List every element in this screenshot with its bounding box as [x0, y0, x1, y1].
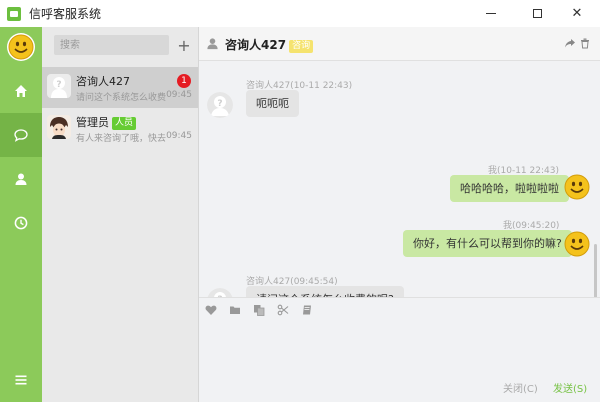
smiley-avatar-icon — [564, 174, 590, 200]
message-bubble-incoming: 呃呃呃 — [246, 90, 299, 117]
message-bubble-outgoing: 你好，有什么可以帮到你的嘛? — [403, 230, 572, 257]
nav-user[interactable] — [0, 157, 42, 201]
add-contact-button[interactable]: + — [175, 35, 193, 55]
smiley-avatar-icon — [8, 34, 34, 60]
menu-icon — [15, 375, 27, 385]
contact-name: 咨询人427 — [76, 75, 130, 88]
scissors-icon — [277, 304, 288, 315]
avatar[interactable] — [7, 33, 35, 61]
app-logo-icon — [7, 6, 21, 21]
unknown-user-icon: ? — [47, 74, 71, 98]
left-nav — [0, 27, 42, 402]
chat-header: 咨询人427 咨询 — [199, 27, 600, 61]
contact-preview: 有人来咨询了哦，快去处 — [76, 134, 166, 144]
chat-title-tag: 咨询 — [289, 40, 314, 53]
book-icon — [302, 305, 311, 314]
nav-home[interactable] — [0, 69, 42, 113]
share-button[interactable] — [564, 37, 576, 49]
input-toolbar — [199, 298, 600, 320]
home-icon — [15, 85, 27, 97]
smiley-avatar-icon — [564, 231, 590, 257]
minimize-button[interactable] — [468, 0, 514, 27]
self-avatar — [564, 231, 590, 257]
anime-character-avatar-icon — [47, 115, 71, 139]
message-bubble-incoming: 请问这个系统怎么收费的呢? — [246, 286, 404, 297]
self-avatar — [564, 174, 590, 200]
trash-icon — [581, 38, 589, 49]
screenshot-button[interactable] — [276, 303, 289, 316]
chat-panel: 咨询人427 咨询 咨询人427(10-11 22:43) ? 呃呃呃 我(10-… — [199, 27, 600, 402]
nav-chat[interactable] — [0, 113, 42, 157]
contact-preview: 请问这个系统怎么收费的 — [76, 93, 166, 103]
chat-icon — [14, 129, 28, 142]
chat-title-text: 咨询人427 — [225, 38, 287, 52]
search-input[interactable] — [54, 35, 169, 55]
file-button[interactable] — [228, 303, 241, 316]
contact-time: 09:45 — [166, 131, 192, 141]
message-bubble-outgoing: 哈哈哈哈，啦啦啦啦 — [450, 175, 569, 202]
message-list: 咨询人427(10-11 22:43) ? 呃呃呃 我(10-11 22:43)… — [199, 61, 600, 297]
contact-list-panel: + ? 咨询人427 请问这个系统怎么收费的 09:45 1 管 — [42, 27, 199, 402]
window-title: 信呼客服系统 — [29, 7, 102, 21]
guest-avatar: ? — [207, 288, 233, 297]
copy-icon — [253, 304, 264, 316]
history-log-button[interactable] — [300, 303, 313, 316]
guest-avatar: ? — [207, 92, 233, 118]
user-icon — [207, 38, 218, 50]
delete-button[interactable] — [579, 37, 591, 49]
unknown-user-icon: ? — [207, 288, 233, 297]
message-input[interactable] — [199, 320, 600, 370]
admin-avatar — [47, 115, 71, 139]
close-icon: ✕ — [571, 6, 583, 21]
nav-menu[interactable] — [0, 358, 42, 402]
close-window-button[interactable]: ✕ — [554, 0, 600, 27]
unread-badge: 1 — [177, 74, 191, 88]
chat-title: 咨询人427 咨询 — [225, 36, 314, 53]
guest-avatar: ? — [47, 74, 71, 98]
message-scrollbar[interactable] — [594, 244, 597, 297]
role-tag: 人员 — [112, 117, 137, 130]
user-icon — [15, 173, 27, 185]
contact-name-text: 管理员 — [76, 116, 109, 129]
contact-item[interactable]: ? 咨询人427 请问这个系统怎么收费的 09:45 1 — [42, 67, 198, 108]
contact-time: 09:45 — [166, 90, 192, 100]
share-arrow-icon — [565, 39, 575, 48]
contact-name: 管理员 人员 — [76, 114, 137, 130]
send-button[interactable]: 发送(S) — [553, 380, 587, 395]
folder-icon — [229, 306, 240, 314]
contact-item[interactable]: 管理员 人员 有人来咨询了哦，快去处 09:45 — [42, 108, 198, 149]
copy-button[interactable] — [252, 303, 265, 316]
title-bar: 信呼客服系统 ✕ — [0, 0, 600, 27]
unknown-user-icon: ? — [207, 92, 233, 118]
close-chat-button[interactable]: 关闭(C) — [503, 380, 538, 395]
svg-text:?: ? — [56, 80, 61, 90]
emoji-button[interactable] — [204, 303, 217, 316]
svg-text:?: ? — [217, 99, 222, 109]
maximize-icon — [532, 9, 542, 18]
nav-history[interactable] — [0, 201, 42, 245]
heart-icon — [205, 305, 216, 315]
minimize-icon — [486, 13, 496, 14]
history-icon — [14, 216, 28, 230]
